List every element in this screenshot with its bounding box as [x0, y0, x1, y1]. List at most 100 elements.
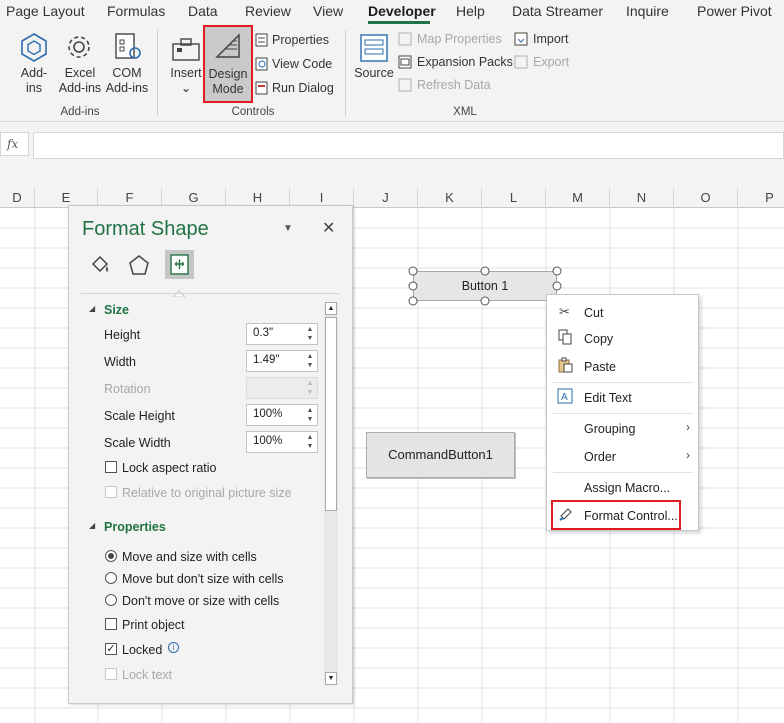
- excel-addins-label: Excel Add-ins: [58, 66, 102, 95]
- scale-width-label: Scale Width: [104, 436, 171, 450]
- menu-item-edit-text[interactable]: A Edit Text: [547, 384, 698, 410]
- menu-item-assign-macro[interactable]: Assign Macro...: [547, 474, 698, 500]
- scroll-thumb[interactable]: [325, 317, 337, 511]
- spinner-arrows[interactable]: ▲ ▼: [305, 352, 315, 370]
- dont-move-label: Don't move or size with cells: [122, 594, 280, 608]
- menu-item-paste-label: Paste: [584, 360, 616, 374]
- size-section-title[interactable]: Size: [104, 303, 129, 317]
- refresh-data-label: Refresh Data: [417, 78, 491, 92]
- column-header[interactable]: J: [354, 188, 418, 208]
- map-properties-icon: [398, 32, 412, 49]
- lock-aspect-label: Lock aspect ratio: [122, 461, 217, 475]
- design-mode-icon: [213, 31, 243, 64]
- design-mode-button[interactable]: Design Mode: [203, 25, 253, 103]
- print-object-checkbox[interactable]: [105, 618, 117, 630]
- view-code-label: View Code: [272, 57, 333, 71]
- formula-input[interactable]: [33, 132, 784, 159]
- addins-button[interactable]: Add- ins: [14, 66, 54, 96]
- group-separator: [157, 30, 158, 116]
- relative-size-label: Relative to original picture size: [122, 486, 292, 500]
- collapse-size-icon[interactable]: ◢: [89, 304, 95, 313]
- xml-group-label: XML: [453, 106, 477, 118]
- tab-data-streamer[interactable]: Data Streamer: [512, 3, 603, 19]
- run-dialog-icon: [255, 81, 268, 98]
- size-properties-icon[interactable]: [165, 250, 194, 279]
- tab-data[interactable]: Data: [188, 3, 218, 19]
- pane-scrollbar[interactable]: ▲ ▼: [324, 302, 338, 685]
- column-header[interactable]: O: [674, 188, 738, 208]
- move-no-size-radio[interactable]: [105, 572, 117, 584]
- width-input[interactable]: 1.49" ▲ ▼: [246, 350, 318, 372]
- column-header[interactable]: L: [482, 188, 546, 208]
- scroll-up-arrow[interactable]: ▲: [325, 302, 337, 315]
- fill-line-icon[interactable]: [89, 254, 111, 279]
- tab-page-layout[interactable]: Page Layout: [6, 3, 85, 19]
- rotation-input: ▲ ▼: [246, 377, 318, 399]
- chevron-down-icon: ⌄: [180, 81, 192, 95]
- menu-separator: [553, 413, 693, 414]
- svg-text:A: A: [561, 392, 568, 403]
- info-icon[interactable]: i: [168, 642, 179, 653]
- height-input[interactable]: 0.3" ▲ ▼: [246, 323, 318, 345]
- scroll-down-arrow[interactable]: ▼: [325, 672, 337, 685]
- format-shape-pane: Format Shape ▼ ✕ ◢ Size Height 0.3" ▲ ▼ Wi…: [68, 205, 353, 704]
- tab-developer[interactable]: Developer: [368, 3, 436, 19]
- chevron-right-icon: ›: [686, 448, 690, 462]
- addins-button-label: Add- ins: [20, 66, 48, 95]
- context-menu: ✂ Cut Copy Paste A Edit Text Grouping › …: [546, 294, 699, 531]
- locked-checkbox[interactable]: ✓: [105, 643, 117, 655]
- width-value: 1.49": [253, 354, 280, 366]
- column-header[interactable]: D: [0, 188, 35, 208]
- menu-item-copy-label: Copy: [584, 332, 614, 346]
- spinner-arrows[interactable]: ▲ ▼: [305, 325, 315, 343]
- addins-group-label: Add-ins: [60, 106, 100, 118]
- tab-inquire[interactable]: Inquire: [626, 3, 669, 19]
- rotation-label: Rotation: [104, 382, 151, 396]
- menu-separator: [553, 382, 693, 383]
- menu-item-grouping[interactable]: Grouping ›: [547, 415, 698, 441]
- tab-review[interactable]: Review: [245, 3, 291, 19]
- insert-button[interactable]: Insert ⌄: [168, 66, 204, 96]
- menu-item-paste[interactable]: Paste: [547, 353, 698, 379]
- spinner-arrows: ▲ ▼: [306, 380, 314, 396]
- menu-item-grouping-label: Grouping: [584, 422, 636, 436]
- menu-item-edit-text-label: Edit Text: [584, 391, 632, 405]
- scale-height-input[interactable]: 100% ▲ ▼: [246, 404, 318, 426]
- insert-function-button[interactable]: fx: [0, 132, 29, 156]
- menu-item-order[interactable]: Order ›: [547, 443, 698, 469]
- insert-button-label: Insert: [170, 66, 202, 80]
- com-addins-button[interactable]: COM Add-ins: [104, 66, 150, 96]
- spinner-arrows[interactable]: ▲ ▼: [305, 406, 315, 424]
- properties-section-title[interactable]: Properties: [104, 520, 166, 534]
- column-header[interactable]: N: [610, 188, 674, 208]
- relative-size-checkbox: [105, 486, 117, 498]
- menu-item-cut[interactable]: ✂ Cut: [547, 299, 698, 325]
- move-size-radio[interactable]: [105, 550, 117, 562]
- height-value: 0.3": [253, 327, 274, 339]
- selection-handles[interactable]: [405, 264, 565, 308]
- excel-addins-button[interactable]: Excel Add-ins: [56, 66, 104, 96]
- column-header[interactable]: P: [738, 188, 784, 208]
- dont-move-radio[interactable]: [105, 594, 117, 606]
- menu-item-copy[interactable]: Copy: [547, 325, 698, 351]
- addins-icon: [19, 32, 49, 65]
- export-label: Export: [533, 55, 570, 69]
- tab-view[interactable]: View: [313, 3, 343, 19]
- pane-options-dropdown[interactable]: ▼: [283, 223, 293, 234]
- collapse-properties-icon[interactable]: ◢: [89, 521, 95, 530]
- scale-height-value: 100%: [253, 408, 283, 420]
- paste-icon: [558, 357, 573, 376]
- lock-aspect-checkbox[interactable]: [105, 461, 117, 473]
- scale-width-input[interactable]: 100% ▲ ▼: [246, 431, 318, 453]
- spinner-arrows[interactable]: ▲ ▼: [305, 433, 315, 451]
- column-header[interactable]: K: [418, 188, 482, 208]
- effects-icon[interactable]: [128, 254, 150, 279]
- tab-formulas[interactable]: Formulas: [107, 3, 165, 19]
- tab-power-pivot[interactable]: Power Pivot: [697, 3, 772, 19]
- tab-help[interactable]: Help: [456, 3, 485, 19]
- column-header[interactable]: M: [546, 188, 610, 208]
- command-button-1[interactable]: CommandButton1: [366, 432, 515, 478]
- lock-text-label: Lock text: [122, 668, 173, 682]
- source-button[interactable]: Source: [353, 66, 395, 81]
- close-icon[interactable]: ✕: [322, 218, 335, 238]
